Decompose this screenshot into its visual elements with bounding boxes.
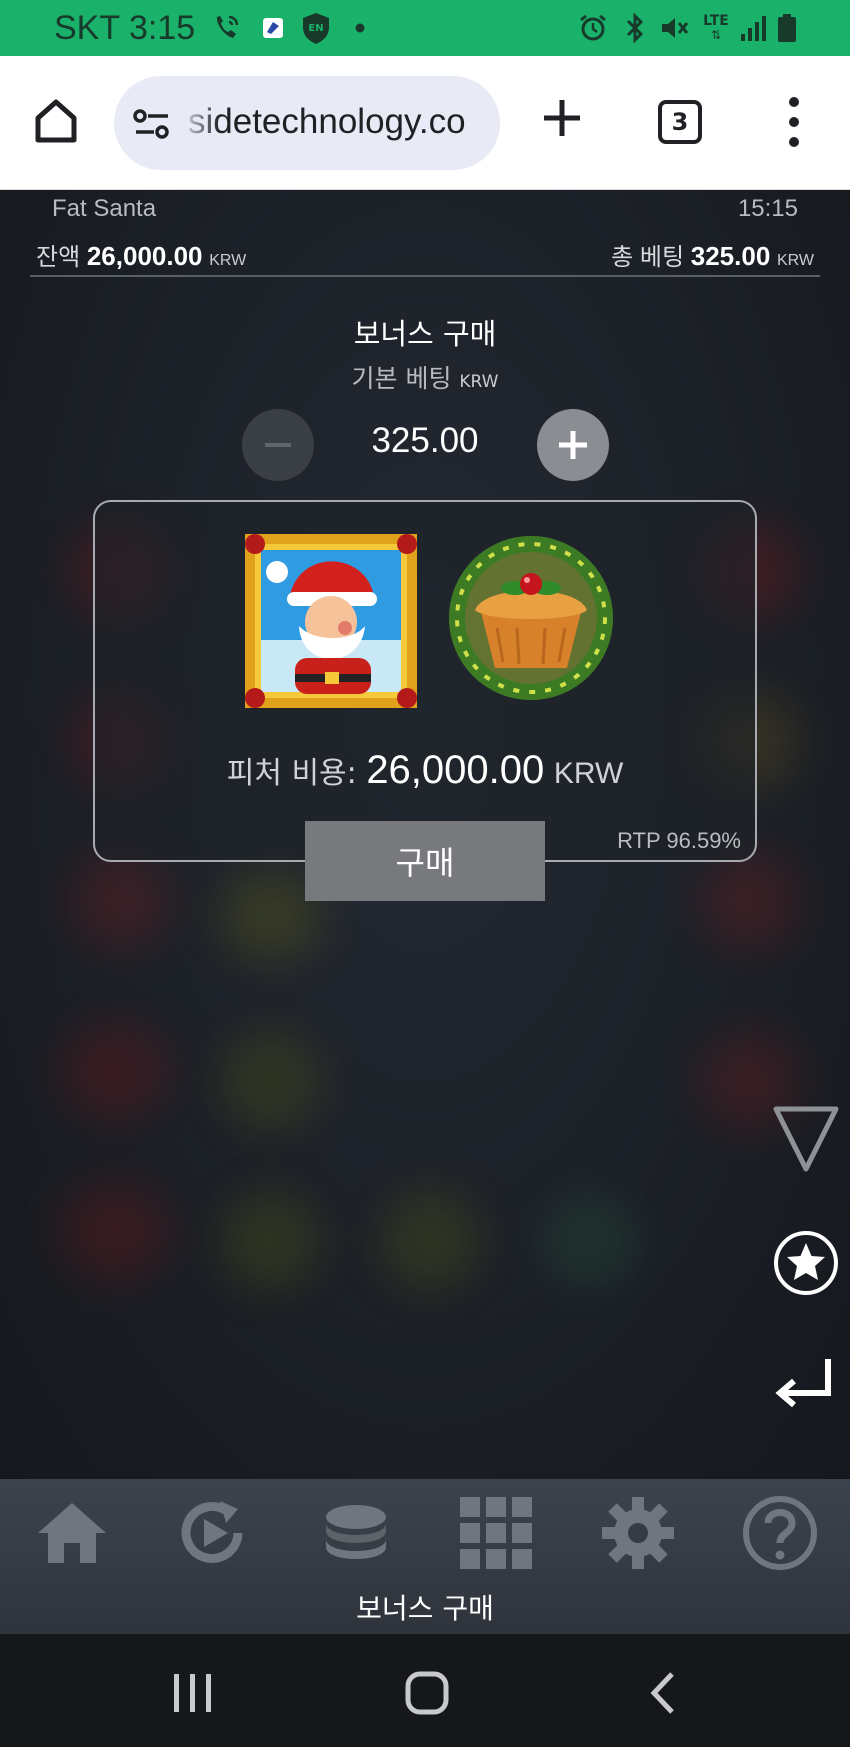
feature-cost-value: 26,000.00 — [366, 748, 545, 792]
new-tab-icon[interactable] — [538, 94, 586, 142]
tab-switcher-button[interactable]: 3 — [658, 100, 702, 144]
carrier-time: SKT 3:15 — [54, 9, 196, 47]
base-bet-text: 기본 베팅 — [351, 364, 452, 393]
lte-text: LTE — [703, 13, 729, 29]
address-bar[interactable]: sidetechnology.co — [114, 76, 500, 170]
lte-icon: LTE ⇅ — [703, 13, 729, 42]
dot-icon — [352, 12, 368, 44]
plus-icon — [559, 431, 587, 459]
balance-display: 잔액 26,000.00 KRW — [36, 237, 246, 272]
bonus-feature-card: 피처 비용: 26,000.00 KRW RTP 96.59% — [93, 500, 757, 862]
system-nav-bar — [0, 1634, 850, 1747]
mute-icon — [658, 12, 692, 44]
more-menu-icon[interactable] — [780, 92, 808, 152]
signal-icon — [738, 12, 768, 44]
pie-wreath-symbol-icon — [445, 532, 617, 704]
grid-icon[interactable] — [456, 1493, 536, 1573]
home-icon[interactable] — [28, 92, 84, 148]
rtp-label: RTP 96.59% — [617, 828, 741, 853]
status-bar: SKT 3:15 EN LTE ⇅ — [0, 0, 850, 56]
settings-icon[interactable] — [598, 1493, 678, 1573]
bet-value: 325.00 — [371, 421, 479, 460]
total-bet-unit: KRW — [776, 252, 814, 269]
toolbar-label: 보너스 구매 — [356, 1592, 494, 1625]
bonus-buy-title: 보너스 구매 — [353, 317, 497, 351]
shield-icon[interactable] — [772, 1105, 840, 1175]
game-title: Fat Santa — [52, 195, 157, 222]
home-icon[interactable] — [32, 1493, 112, 1573]
enter-return-icon[interactable] — [772, 1353, 840, 1413]
battery-icon — [774, 12, 800, 44]
browser-toolbar: sidetechnology.co 3 — [0, 56, 850, 190]
game-toolbar: 보너스 구매 — [0, 1479, 850, 1634]
balance-label: 잔액 — [36, 244, 81, 271]
base-bet-label: 기본 베팅 KRW — [0, 359, 850, 395]
wifi-call-icon — [210, 12, 242, 44]
balance-value: 26,000.00 — [86, 241, 203, 271]
increase-bet-button[interactable] — [537, 409, 609, 481]
autoplay-icon[interactable] — [172, 1493, 252, 1573]
help-icon[interactable] — [740, 1493, 820, 1573]
decrease-bet-button[interactable] — [242, 409, 314, 481]
shield-text: EN — [308, 23, 323, 34]
feature-cost-unit: KRW — [553, 757, 624, 790]
balance-unit: KRW — [209, 252, 247, 269]
recent-apps-icon[interactable] — [168, 1670, 218, 1716]
vpn-shield-icon: EN — [298, 12, 334, 44]
feature-cost-label: 피처 비용: — [226, 756, 357, 791]
home-nav-icon[interactable] — [404, 1670, 454, 1716]
app-icon — [258, 12, 288, 44]
site-settings-icon[interactable] — [132, 106, 172, 142]
bluetooth-icon — [620, 12, 650, 44]
coins-icon[interactable] — [316, 1493, 396, 1573]
game-clock: 15:15 — [737, 195, 798, 222]
feature-cost: 피처 비용: 26,000.00 KRW — [95, 748, 755, 793]
game-canvas: Fat Santa 15:15 잔액 26,000.00 KRW 총 베팅 32… — [0, 191, 850, 1479]
favorite-star-icon[interactable] — [772, 1229, 840, 1297]
total-bet-value: 325.00 — [690, 241, 771, 271]
minus-icon — [265, 443, 291, 447]
total-bet-display: 총 베팅 325.00 KRW — [611, 237, 814, 272]
buy-button[interactable]: 구매 — [305, 821, 545, 901]
alarm-icon — [576, 12, 610, 44]
back-icon[interactable] — [644, 1670, 694, 1716]
santa-symbol-icon — [241, 530, 421, 712]
total-bet-label: 총 베팅 — [611, 244, 685, 271]
url-text: sidetechnology.co — [188, 102, 466, 141]
base-bet-unit: KRW — [459, 372, 499, 392]
header-divider — [30, 275, 820, 277]
